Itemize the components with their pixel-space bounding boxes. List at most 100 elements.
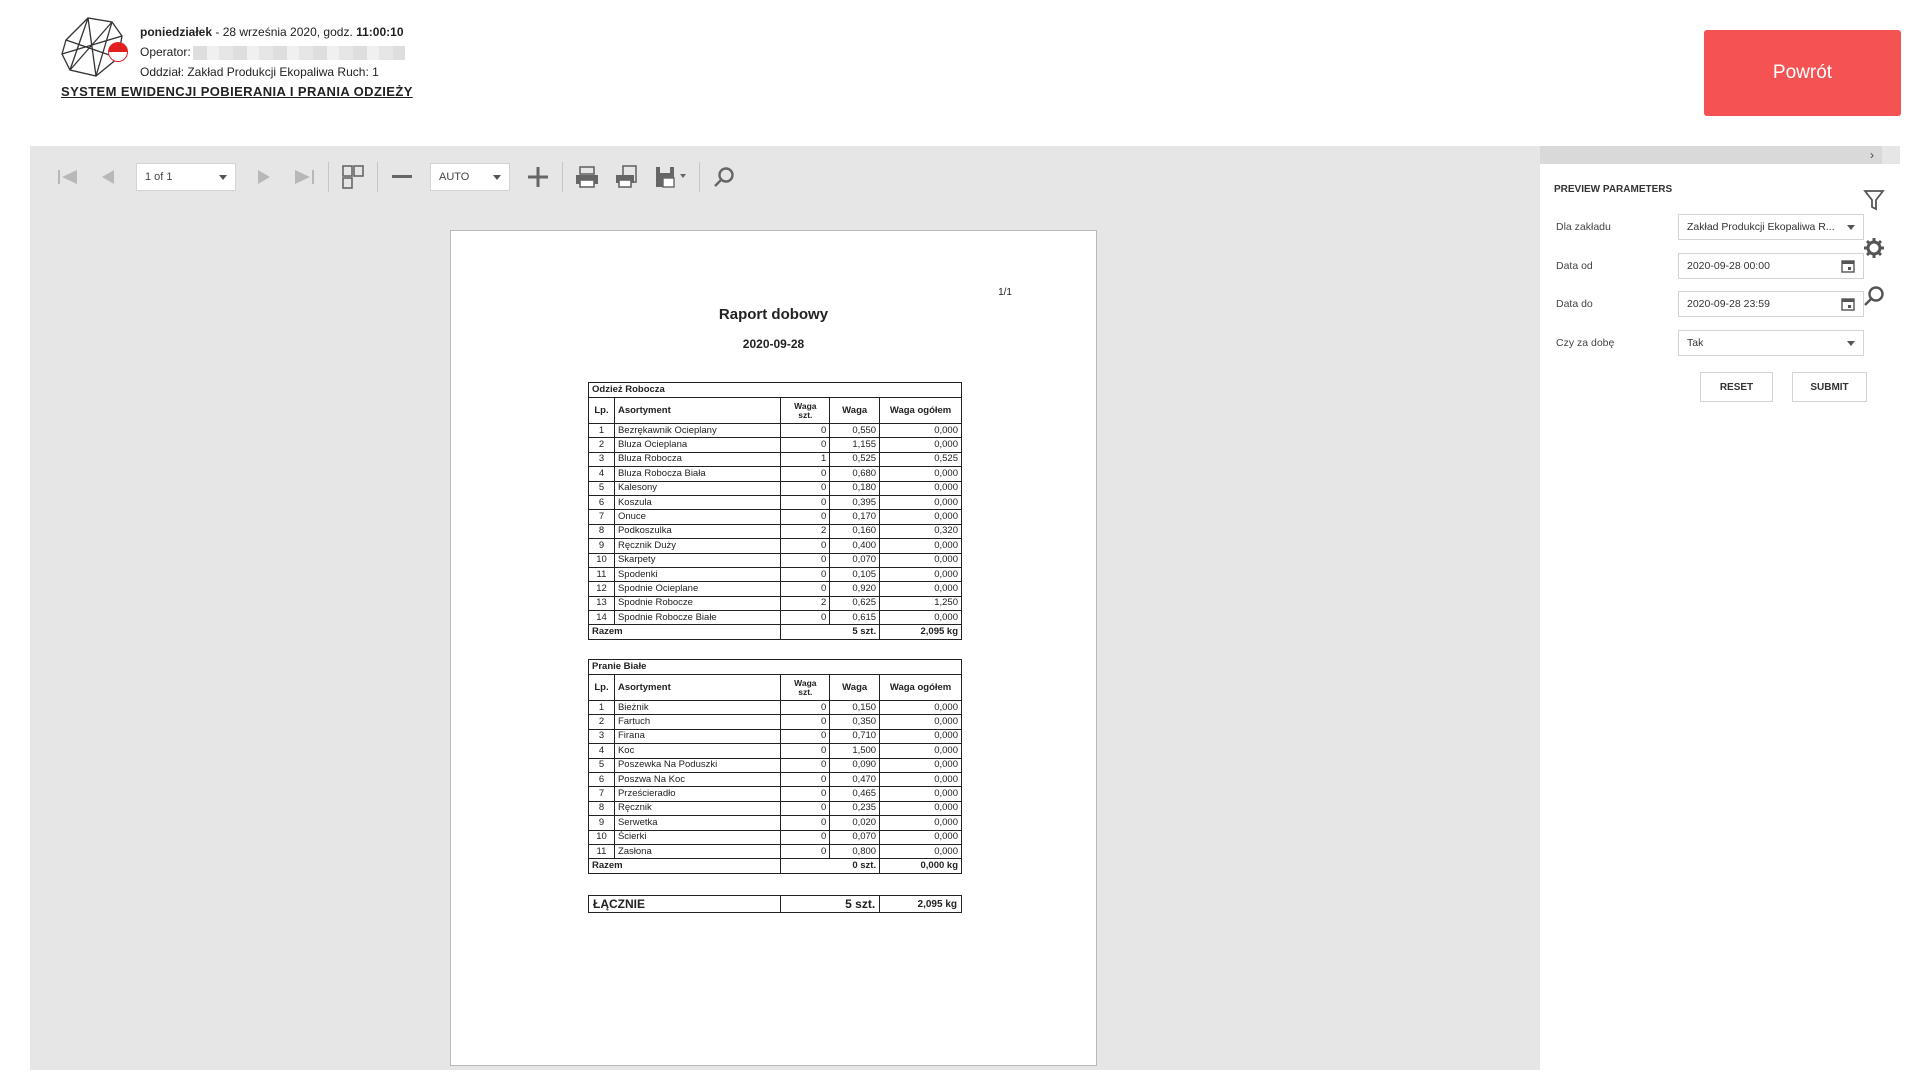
submit-button[interactable]: SUBMIT <box>1792 372 1867 402</box>
zoom-select[interactable]: AUTO <box>430 163 510 191</box>
table-row: 1 Bieżnik 0 0,150 0,000 <box>588 700 962 716</box>
cell-asortyment: Fartuch <box>613 714 782 730</box>
multipage-icon[interactable] <box>333 157 373 197</box>
cell-lp: 2 <box>588 714 615 730</box>
cell-waga-szt: 0 <box>780 772 831 788</box>
col-asortyment: Asortyment <box>613 674 782 701</box>
table-row: 7 Prześcieradło 0 0,465 0,000 <box>588 786 962 802</box>
cell-waga-szt: 2 <box>780 596 831 612</box>
filter-icon[interactable] <box>1848 176 1900 224</box>
page-number: 1/1 <box>998 287 1012 298</box>
param-row: Czy za dobę Tak <box>1556 330 1866 356</box>
next-page-icon[interactable] <box>244 157 284 197</box>
chevron-down-icon <box>493 174 501 180</box>
cell-waga-szt: 0 <box>780 466 831 482</box>
cell-waga: 0,105 <box>829 567 881 583</box>
reset-button[interactable]: RESET <box>1700 372 1773 402</box>
table-row: 11 Zasłona 0 0,800 0,000 <box>588 844 962 860</box>
table-row: 12 Spodnie Ocieplane 0 0,920 0,000 <box>588 581 962 597</box>
cell-lp: 7 <box>588 786 615 802</box>
param-label: Data od <box>1556 260 1593 272</box>
cell-waga: 0,625 <box>829 596 881 612</box>
cell-waga-ogolem: 0,000 <box>879 581 962 597</box>
gear-icon[interactable] <box>1848 224 1900 272</box>
cell-lp: 2 <box>588 437 615 453</box>
section-table: Pranie Białe Lp. Asortyment Waga szt. Wag… <box>587 659 962 874</box>
zoom-in-icon[interactable] <box>518 157 558 197</box>
first-page-icon[interactable] <box>48 157 88 197</box>
cell-waga: 0,395 <box>829 495 881 511</box>
last-page-icon[interactable] <box>284 157 324 197</box>
print-icon[interactable] <box>567 157 607 197</box>
date-to-input[interactable]: 2020-09-28 23:59 <box>1678 291 1864 317</box>
page-select[interactable]: 1 of 1 <box>136 163 236 191</box>
cell-lp: 8 <box>588 801 615 817</box>
cell-lp: 10 <box>588 830 615 845</box>
cell-lp: 4 <box>588 466 615 482</box>
cell-waga-ogolem: 0,000 <box>879 481 962 496</box>
chevron-right-icon[interactable]: › <box>1870 148 1874 162</box>
param-row: Data od 2020-09-28 00:00 <box>1556 253 1866 279</box>
date-from-input[interactable]: 2020-09-28 00:00 <box>1678 253 1864 279</box>
cell-waga-ogolem: 0,525 <box>879 452 962 468</box>
weekday: poniedziałek <box>140 25 213 39</box>
cell-asortyment: Bezrękawnik Ocieplany <box>613 423 782 439</box>
department-line: Oddział: Zakład Produkcji Ekopaliwa Ruch… <box>140 65 379 79</box>
per-day-select[interactable]: Tak <box>1678 330 1864 356</box>
section-table: Odzież Robocza Lp. Asortyment Waga szt. W… <box>587 382 962 640</box>
cell-waga: 0,070 <box>829 830 881 845</box>
col-waga: Waga <box>829 397 881 424</box>
system-title-link[interactable]: SYSTEM EWIDENCJI POBIERANIA I PRANIA ODZ… <box>61 84 413 99</box>
cell-waga-szt: 0 <box>780 423 831 439</box>
clock-time: 11:00:10 <box>356 25 404 39</box>
total-row: Razem 5 szt. 2,095 kg <box>587 624 962 640</box>
search-icon[interactable] <box>1848 272 1900 320</box>
section-title: Pranie Białe <box>588 659 962 675</box>
export-icon[interactable] <box>647 157 695 197</box>
cell-waga-ogolem: 0,000 <box>879 553 962 568</box>
cell-waga-szt: 0 <box>780 567 831 583</box>
cell-waga-szt: 0 <box>780 581 831 597</box>
cell-lp: 10 <box>588 553 615 568</box>
table-row: 5 Poszewka Na Poduszki 0 0,090 0,000 <box>588 758 962 773</box>
table-row: 8 Ręcznik 0 0,235 0,000 <box>588 801 962 817</box>
search-icon[interactable] <box>704 157 744 197</box>
cell-waga: 0,180 <box>829 481 881 496</box>
cell-waga-szt: 0 <box>780 830 831 845</box>
cell-lp: 4 <box>588 743 615 759</box>
zoom-out-icon[interactable] <box>382 157 422 197</box>
prev-page-icon[interactable] <box>88 157 128 197</box>
cell-waga-szt: 0 <box>780 553 831 568</box>
print-page-icon[interactable] <box>607 157 647 197</box>
back-button[interactable]: Powrót <box>1704 30 1901 116</box>
cell-waga-szt: 0 <box>780 481 831 496</box>
cell-asortyment: Ręcznik <box>613 801 782 817</box>
company-logo <box>61 17 128 77</box>
operator-name-redacted <box>192 45 405 60</box>
cell-lp: 3 <box>588 729 615 745</box>
cell-asortyment: Skarpety <box>613 553 782 568</box>
cell-waga: 0,350 <box>829 714 881 730</box>
table-row: 9 Ręcznik Duży 0 0,400 0,000 <box>588 538 962 554</box>
cell-waga-ogolem: 1,250 <box>879 596 962 612</box>
table-row: 2 Fartuch 0 0,350 0,000 <box>588 714 962 730</box>
toolbar-divider <box>562 162 563 192</box>
cell-waga: 0,920 <box>829 581 881 597</box>
grand-total-label: ŁĄCZNIE <box>587 895 782 913</box>
panel-title: PREVIEW PARAMETERS <box>1554 184 1673 195</box>
total-label: Razem <box>587 858 782 874</box>
table-row: 6 Koszula 0 0,395 0,000 <box>588 495 962 511</box>
cell-asortyment: Bluza Ocieplana <box>613 437 782 453</box>
col-waga-szt: Waga szt. <box>780 397 831 424</box>
cell-waga: 0,170 <box>829 509 881 525</box>
plant-select[interactable]: Zakład Produkcji Ekopaliwa R... <box>1678 214 1864 240</box>
toolbar-divider <box>328 162 329 192</box>
cell-lp: 11 <box>588 844 615 860</box>
table-row: 5 Kalesony 0 0,180 0,000 <box>588 481 962 496</box>
cell-waga-ogolem: 0,000 <box>879 815 962 831</box>
total-weight: 0,000 kg <box>879 858 962 874</box>
cell-asortyment: Koc <box>613 743 782 759</box>
cell-lp: 13 <box>588 596 615 612</box>
cell-lp: 14 <box>588 610 615 626</box>
cell-waga-ogolem: 0,000 <box>879 610 962 626</box>
